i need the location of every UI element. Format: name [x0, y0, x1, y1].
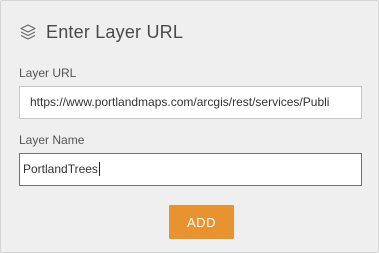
text-cursor [98, 161, 100, 176]
panel-header: Enter Layer URL [19, 20, 183, 44]
layer-name-label: Layer Name [19, 133, 85, 147]
layer-url-label: Layer URL [19, 66, 77, 80]
layers-icon [19, 23, 37, 41]
layer-url-input[interactable]: https://www.portlandmaps.com/arcgis/rest… [19, 86, 362, 119]
enter-layer-url-panel: Enter Layer URL Layer URL https://www.po… [0, 0, 379, 253]
layer-url-value: https://www.portlandmaps.com/arcgis/rest… [30, 95, 330, 109]
layer-name-value: PortlandTrees [23, 162, 98, 176]
layer-name-input[interactable]: PortlandTrees [19, 153, 362, 186]
panel-title: Enter Layer URL [46, 21, 184, 42]
add-button[interactable]: ADD [169, 205, 234, 239]
